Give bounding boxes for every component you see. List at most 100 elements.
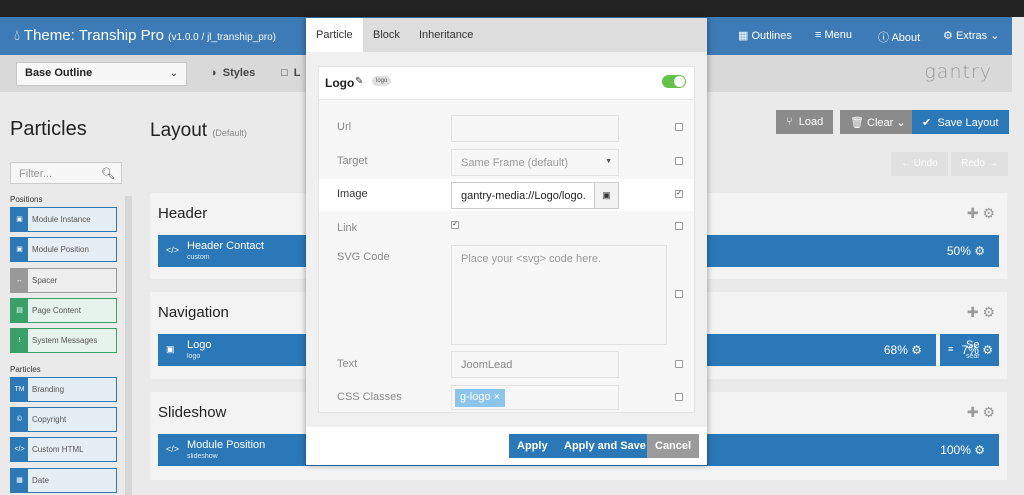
theme-title: 💧︎ Theme: Tranship Pro (v1.0.0 / jl_tran… [14, 27, 276, 44]
particle-title[interactable]: Logo [325, 76, 354, 90]
url-override-checkbox[interactable] [675, 123, 683, 131]
search-icon: 🔍︎ [101, 168, 115, 180]
modal-body: Logo ✎ logo Url Target Same Frame (defau… [306, 52, 707, 427]
nav-menu[interactable]: ≡ Menu [815, 29, 852, 41]
link-checkbox[interactable]: ✓ [451, 221, 459, 229]
add-icon[interactable]: ✚ [967, 404, 979, 420]
info-icon: ! [11, 329, 28, 352]
particle-copyright[interactable]: © Copyright [10, 407, 117, 432]
tab-inheritance[interactable]: Inheritance [409, 18, 483, 52]
copyright-icon: © [11, 408, 28, 431]
apply-and-save-button[interactable]: Apply and Save [556, 434, 654, 458]
arrows-icon: ↔ [11, 269, 28, 292]
svg-code-override-checkbox[interactable] [675, 290, 683, 298]
save-layout-label: Save Layout [937, 117, 999, 129]
css-classes-input[interactable]: g-logo × [451, 385, 619, 410]
nav-outlines-label: Outlines [751, 30, 792, 42]
check-icon: ✔ [922, 117, 932, 129]
particle-label: Branding [32, 385, 65, 394]
particle-spacer[interactable]: ↔ Spacer [10, 268, 117, 293]
particles-heading: Particles [10, 365, 41, 374]
particle-system-messages[interactable]: ! System Messages [10, 328, 117, 353]
apply-button[interactable]: Apply [509, 434, 556, 458]
svg-code-textarea[interactable]: Place your <svg> code here. [451, 245, 667, 345]
block-size-value: 68% [883, 343, 908, 357]
particle-label: Spacer [32, 276, 58, 285]
question-icon: ⓘ [878, 32, 889, 44]
text-override-checkbox[interactable] [675, 360, 683, 368]
url-label: Url [337, 121, 352, 133]
tab-layout[interactable]: □ L [281, 67, 301, 79]
block-name: Header Contact [187, 240, 265, 252]
gear-icon[interactable]: ⚙ [982, 205, 995, 221]
undo-label: Undo [913, 158, 938, 169]
sidebar-scrollbar[interactable] [125, 196, 132, 495]
image-label: Image [337, 188, 368, 200]
particle-type-badge: logo [372, 76, 392, 86]
url-input[interactable] [451, 115, 619, 142]
field-css-classes: CSS Classes g-logo × [319, 385, 694, 413]
block-size[interactable]: 7% ⚙ [962, 343, 993, 357]
load-button[interactable]: ⑂ Load [776, 110, 834, 134]
block-search[interactable]: ≡ Se sear 7% ⚙ [940, 334, 999, 366]
gear-icon[interactable]: ⚙ [982, 304, 995, 320]
nav-extras[interactable]: ⚙ Extras ⌄ [943, 29, 999, 42]
pencil-icon[interactable]: ✎ [355, 76, 363, 87]
nav-about[interactable]: ⓘ About [878, 29, 920, 45]
block-size[interactable]: 68% ⚙ [884, 343, 922, 357]
block-size-value: 100% [940, 443, 971, 457]
tab-styles[interactable]: ◑ Styles [210, 67, 255, 79]
css-classes-override-checkbox[interactable] [675, 393, 683, 401]
text-input[interactable]: JoomLead [451, 351, 619, 378]
window-top-strip [0, 0, 1024, 17]
arrow-left-icon: ← [901, 158, 911, 169]
redo-button[interactable]: Redo → [951, 152, 1008, 176]
gear-icon[interactable]: ⚙ [982, 404, 995, 420]
tab-styles-label: Styles [222, 67, 256, 79]
image-override-checkbox[interactable]: ✓ [675, 190, 683, 198]
particle-branding[interactable]: TM Branding [10, 377, 117, 402]
block-name: Module Position [187, 439, 266, 451]
cancel-button[interactable]: Cancel [647, 434, 700, 458]
particle-label: Module Position [32, 245, 89, 254]
particle-module-instance[interactable]: ▣ Module Instance [10, 207, 117, 232]
nav-extras-label: Extras [955, 30, 988, 42]
clear-button[interactable]: 🗑︎ Clear ⌄ [840, 110, 916, 134]
image-input[interactable]: gantry-media://Logo/logo. ▣ [451, 182, 619, 209]
particle-date[interactable]: ▦ Date [10, 468, 117, 493]
chevron-down-icon: ⌄ [169, 68, 178, 79]
chevron-down-icon: ⌄ [896, 117, 906, 129]
block-size[interactable]: 50% ⚙ [947, 244, 985, 258]
block-type: custom [187, 254, 210, 261]
link-override-checkbox[interactable] [675, 222, 683, 230]
particle-custom-html[interactable]: </> Custom HTML [10, 437, 117, 462]
undo-button[interactable]: ← Undo [891, 152, 948, 176]
layout-icon: □ [281, 67, 288, 79]
add-icon[interactable]: ✚ [967, 205, 979, 221]
filter-input[interactable]: Filter... 🔍︎ [10, 162, 122, 184]
particle-settings-modal: Particle Block Inheritance Logo ✎ logo U… [306, 18, 707, 465]
field-svg-code: SVG Code Place your <svg> code here. [319, 245, 694, 351]
particle-label: Copyright [32, 415, 67, 424]
enabled-toggle[interactable] [662, 75, 686, 88]
save-layout-button[interactable]: ✔ Save Layout [912, 110, 1009, 134]
add-icon[interactable]: ✚ [967, 304, 979, 320]
particle-page-content[interactable]: ▤ Page Content [10, 298, 117, 323]
close-icon[interactable]: × [494, 391, 500, 403]
target-label: Target [337, 155, 368, 167]
image-picker-icon[interactable]: ▣ [594, 183, 618, 208]
tab-particle[interactable]: Particle [306, 18, 363, 52]
block-name: Logo [187, 339, 212, 351]
target-override-checkbox[interactable] [675, 157, 683, 165]
target-select[interactable]: Same Frame (default) ▼ [451, 149, 619, 176]
outline-select[interactable]: Base Outline ⌄ [16, 62, 187, 86]
particle-module-position[interactable]: ▣ Module Position [10, 237, 117, 262]
nav-outlines[interactable]: ▦ Outlines [738, 29, 792, 42]
block-size[interactable]: 100% ⚙ [940, 443, 985, 457]
contrast-icon: ◑ [210, 67, 217, 79]
tab-block[interactable]: Block [363, 18, 410, 52]
redo-label: Redo [961, 158, 985, 169]
svg-code-placeholder: Place your <svg> code here. [461, 253, 602, 265]
module-icon: ▣ [11, 208, 28, 231]
block-size-value: 50% [946, 244, 971, 258]
